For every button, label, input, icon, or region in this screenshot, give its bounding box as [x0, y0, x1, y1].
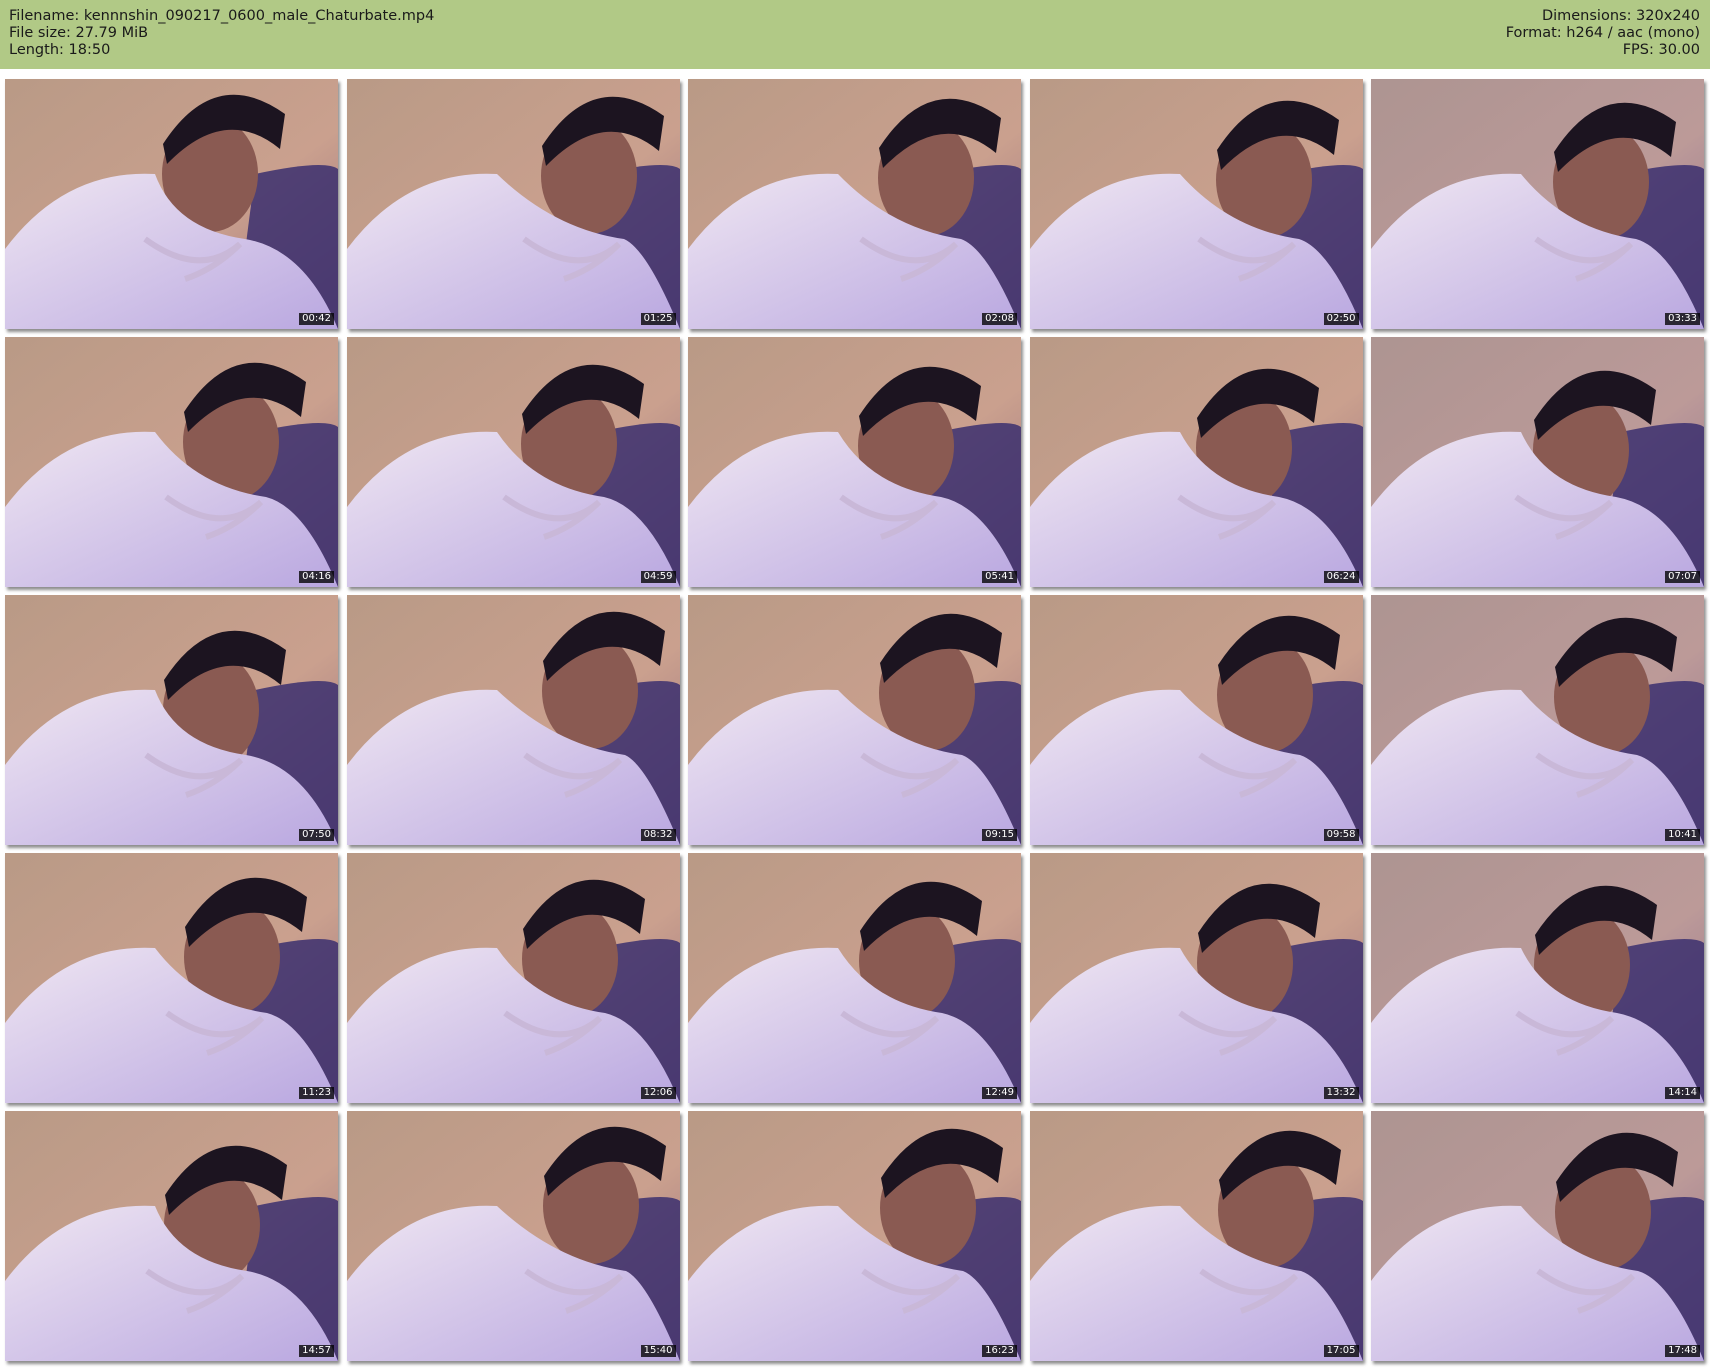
- frame-image: [346, 1111, 680, 1361]
- video-thumbnail: 07:50: [5, 595, 338, 845]
- video-thumbnail: 11:23: [5, 853, 338, 1103]
- frame-image: [5, 595, 338, 845]
- timestamp-label: 02:08: [982, 313, 1017, 325]
- video-thumbnail: 17:48: [1371, 1111, 1704, 1361]
- timestamp-label: 15:40: [640, 1345, 676, 1357]
- timestamp-label: 10:41: [1665, 829, 1700, 841]
- frame-image: [1029, 337, 1363, 587]
- frame-image: [1371, 853, 1704, 1103]
- frame-image: [688, 337, 1021, 587]
- timestamp-label: 09:58: [1323, 829, 1359, 841]
- frame-image: [346, 595, 680, 845]
- video-thumbnail: 13:32: [1029, 853, 1363, 1103]
- length-text: Length: 18:50: [9, 42, 111, 58]
- filename-text: Filename: kennnshin_090217_0600_male_Cha…: [9, 8, 435, 24]
- frame-image: [1371, 337, 1704, 587]
- frame-image: [1029, 79, 1363, 329]
- timestamp-label: 13:32: [1323, 1087, 1359, 1099]
- filesize-text: File size: 27.79 MiB: [9, 25, 149, 41]
- info-header: Filename: kennnshin_090217_0600_male_Cha…: [0, 0, 1710, 69]
- frame-image: [1029, 595, 1363, 845]
- timestamp-label: 01:25: [640, 313, 676, 325]
- video-thumbnail: 02:50: [1029, 79, 1363, 329]
- video-thumbnail: 09:15: [688, 595, 1021, 845]
- timestamp-label: 12:06: [640, 1087, 676, 1099]
- frame-image: [688, 79, 1021, 329]
- timestamp-label: 16:23: [982, 1345, 1017, 1357]
- video-thumbnail: 06:24: [1029, 337, 1363, 587]
- timestamp-label: 03:33: [1665, 313, 1700, 325]
- timestamp-label: 17:48: [1665, 1345, 1700, 1357]
- timestamp-label: 11:23: [299, 1087, 334, 1099]
- video-thumbnail: 01:25: [346, 79, 680, 329]
- frame-image: [688, 1111, 1021, 1361]
- timestamp-label: 09:15: [982, 829, 1017, 841]
- timestamp-label: 00:42: [299, 313, 334, 325]
- video-thumbnail: 02:08: [688, 79, 1021, 329]
- frame-image: [5, 79, 338, 329]
- video-thumbnail: 17:05: [1029, 1111, 1363, 1361]
- video-thumbnail: 04:59: [346, 337, 680, 587]
- video-thumbnail: 05:41: [688, 337, 1021, 587]
- timestamp-label: 02:50: [1323, 313, 1359, 325]
- timestamp-label: 14:57: [299, 1345, 334, 1357]
- frame-image: [5, 1111, 338, 1361]
- video-thumbnail: 03:33: [1371, 79, 1704, 329]
- frame-image: [1371, 1111, 1704, 1361]
- frame-image: [1029, 853, 1363, 1103]
- file-info: Filename: kennnshin_090217_0600_male_Cha…: [9, 8, 434, 59]
- timestamp-label: 08:32: [640, 829, 676, 841]
- video-thumbnail: 09:58: [1029, 595, 1363, 845]
- timestamp-label: 17:05: [1323, 1345, 1359, 1357]
- dimensions-text: Dimensions: 320x240: [1541, 8, 1700, 24]
- timestamp-label: 04:59: [640, 571, 676, 583]
- frame-image: [688, 853, 1021, 1103]
- timestamp-label: 12:49: [982, 1087, 1017, 1099]
- frame-image: [1371, 595, 1704, 845]
- frame-image: [5, 853, 338, 1103]
- frame-image: [346, 79, 680, 329]
- frame-image: [346, 853, 680, 1103]
- video-thumbnail: 07:07: [1371, 337, 1704, 587]
- video-thumbnail: 14:57: [5, 1111, 338, 1361]
- fps-text: FPS: 30.00: [1622, 42, 1700, 58]
- video-thumbnail: 08:32: [346, 595, 680, 845]
- timestamp-label: 05:41: [982, 571, 1017, 583]
- timestamp-label: 14:14: [1665, 1087, 1700, 1099]
- media-info: Dimensions: 320x240 Format: h264 / aac (…: [1506, 8, 1700, 59]
- timestamp-label: 07:07: [1665, 571, 1700, 583]
- frame-image: [346, 337, 680, 587]
- frame-image: [5, 337, 338, 587]
- video-thumbnail: 04:16: [5, 337, 338, 587]
- timestamp-label: 07:50: [299, 829, 334, 841]
- frame-image: [1371, 79, 1704, 329]
- video-thumbnail: 14:14: [1371, 853, 1704, 1103]
- video-thumbnail: 15:40: [346, 1111, 680, 1361]
- video-thumbnail: 12:06: [346, 853, 680, 1103]
- frame-image: [688, 595, 1021, 845]
- video-thumbnail: 00:42: [5, 79, 338, 329]
- frame-image: [1029, 1111, 1363, 1361]
- video-thumbnail: 16:23: [688, 1111, 1021, 1361]
- timestamp-label: 04:16: [299, 571, 334, 583]
- format-text: Format: h264 / aac (mono): [1505, 25, 1700, 41]
- thumbnail-grid: 00:42 01:25 02:08 02:50 03:33 04:16 04:59 05:41…: [5, 79, 1705, 1361]
- timestamp-label: 06:24: [1323, 571, 1359, 583]
- video-thumbnail: 10:41: [1371, 595, 1704, 845]
- video-thumbnail: 12:49: [688, 853, 1021, 1103]
